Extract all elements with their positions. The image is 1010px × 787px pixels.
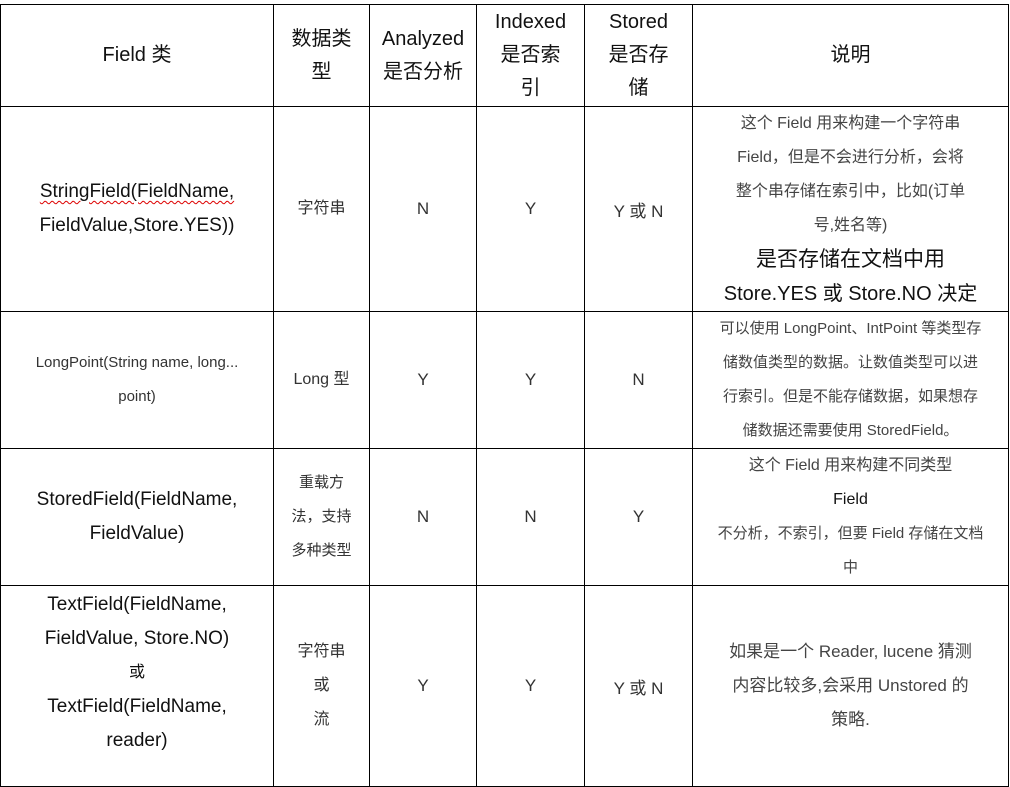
header-description: 说明 [692,4,1009,107]
description-cell: 这个 Field 用来构建一个字符串 Field，但是不会进行分析，会将 整个串… [692,106,1009,312]
data-type-cell: 重载方 法，支持 多种类型 [273,448,370,586]
description-cell: 这个 Field 用来构建不同类型 Field 不分析，不索引，但要 Field… [692,448,1009,586]
analyzed-cell: Y [369,585,477,787]
field-class-cell: StringField(FieldName, FieldValue,Store.… [0,106,274,312]
field-types-table: Field 类 数据类 型 Analyzed 是否分析 Indexed 是否索 … [0,4,1009,787]
table-row: StoredField(FieldName, FieldValue) 重载方 法… [0,448,1009,586]
indexed-cell: N [476,448,585,586]
data-type-cell: 字符串 [273,106,370,312]
table-row: LongPoint(String name, long... point) Lo… [0,311,1009,449]
header-indexed: Indexed 是否索 引 [476,4,585,107]
header-field-class: Field 类 [0,4,274,107]
analyzed-cell: Y [369,311,477,449]
stored-cell: Y 或 N [584,106,693,312]
table-row: TextField(FieldName, FieldValue, Store.N… [0,585,1009,787]
stored-cell: N [584,311,693,449]
table-row: StringField(FieldName, FieldValue,Store.… [0,106,1009,312]
indexed-cell: Y [476,106,585,312]
indexed-cell: Y [476,585,585,787]
header-data-type: 数据类 型 [273,4,370,107]
stored-cell: Y [584,448,693,586]
field-class-cell: LongPoint(String name, long... point) [0,311,274,449]
data-type-cell: Long 型 [273,311,370,449]
data-type-cell: 字符串 或 流 [273,585,370,787]
header-row: Field 类 数据类 型 Analyzed 是否分析 Indexed 是否索 … [0,4,1009,107]
header-analyzed: Analyzed 是否分析 [369,4,477,107]
analyzed-cell: N [369,106,477,312]
indexed-cell: Y [476,311,585,449]
field-class-cell: StoredField(FieldName, FieldValue) [0,448,274,586]
analyzed-cell: N [369,448,477,586]
description-cell: 如果是一个 Reader, lucene 猜测 内容比较多,会采用 Unstor… [692,585,1009,787]
stored-cell: Y 或 N [584,585,693,787]
field-class-cell: TextField(FieldName, FieldValue, Store.N… [0,585,274,787]
description-cell: 可以使用 LongPoint、IntPoint 等类型存 储数值类型的数据。让数… [692,311,1009,449]
header-stored: Stored 是否存 储 [584,4,693,107]
